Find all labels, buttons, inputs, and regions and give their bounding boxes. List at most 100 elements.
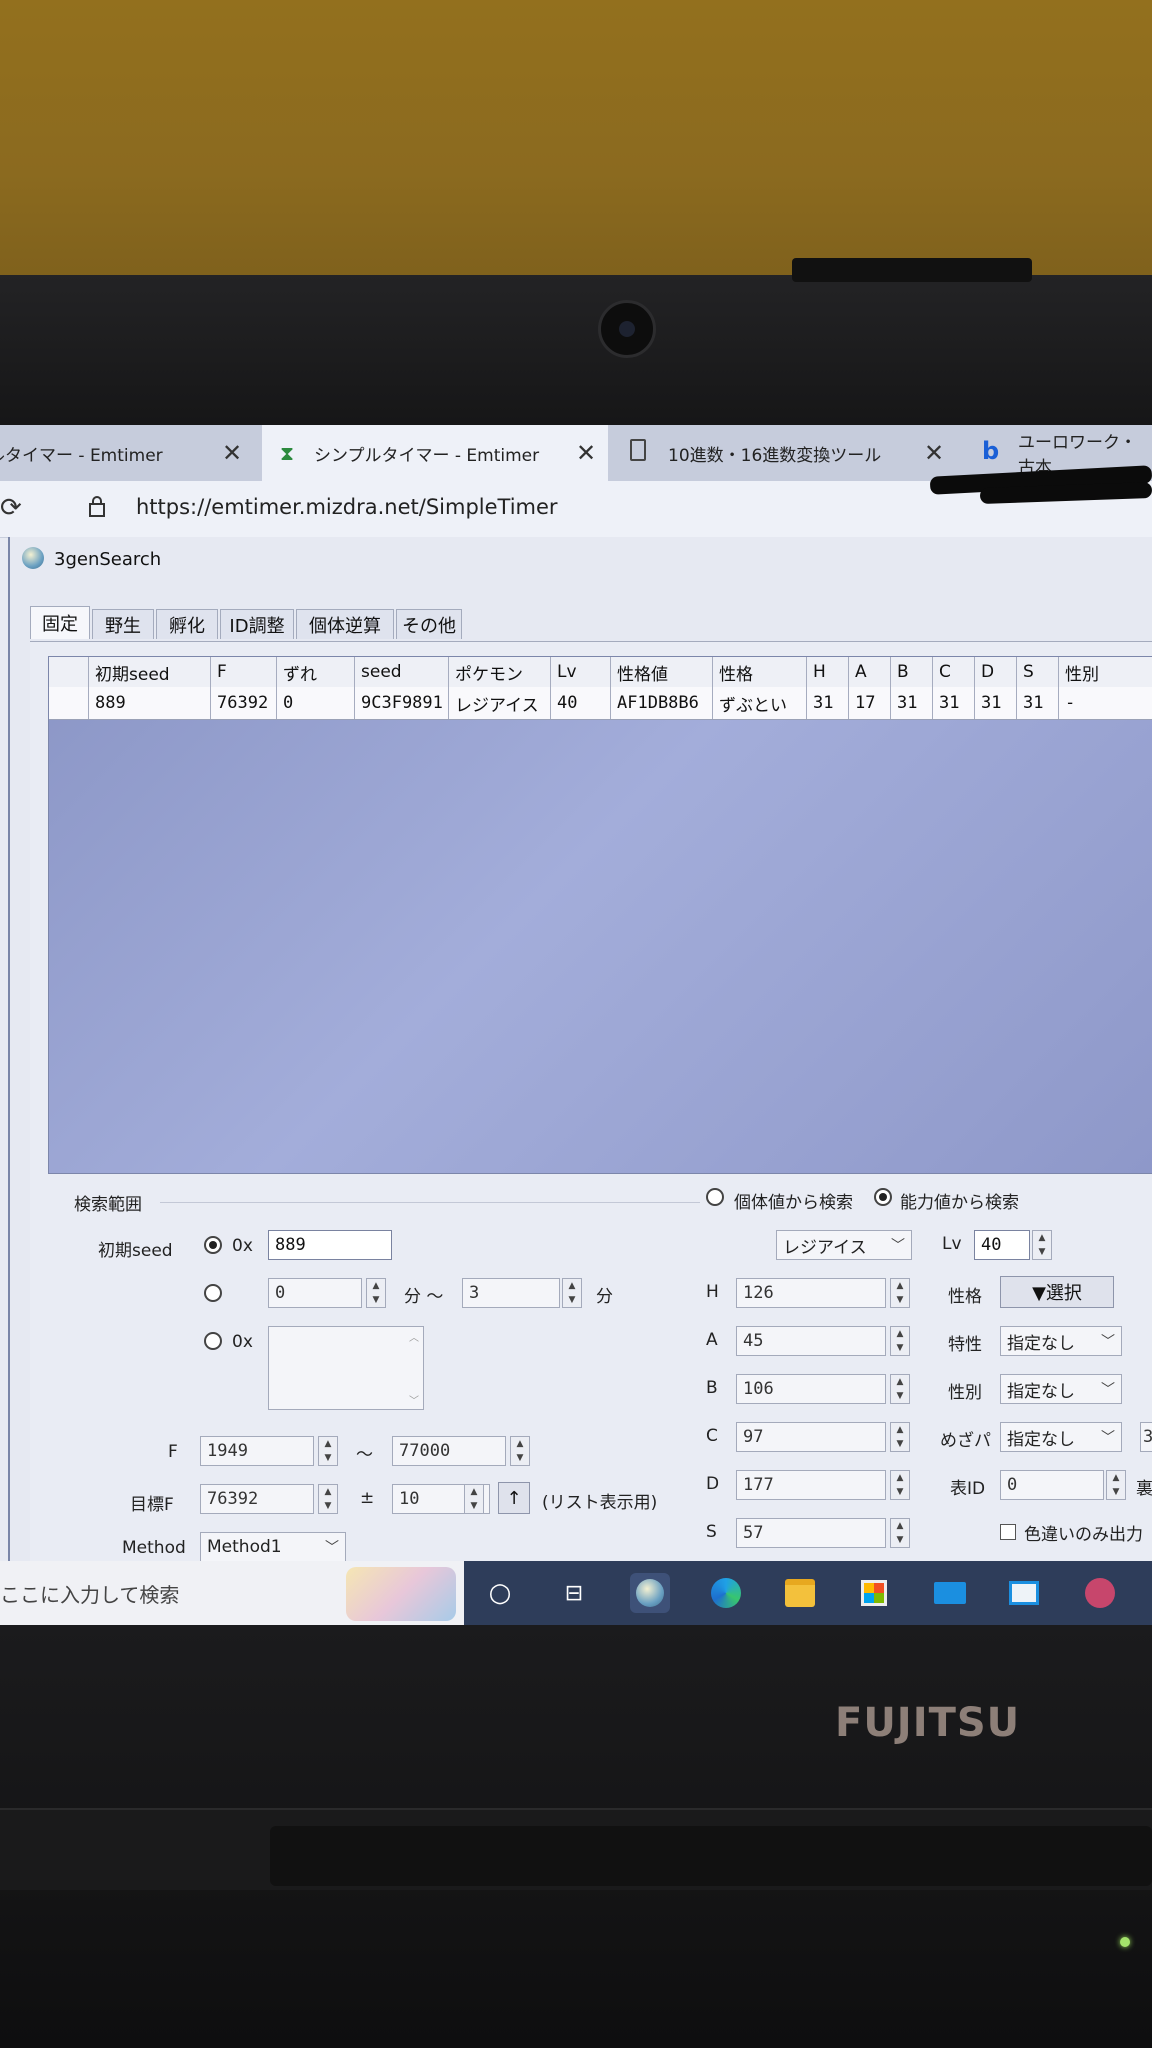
- edge-icon[interactable]: [706, 1573, 746, 1613]
- shiny-only-checkbox[interactable]: [1000, 1524, 1016, 1540]
- iv-search-radio[interactable]: [706, 1188, 724, 1206]
- stat-h-input[interactable]: 126: [736, 1278, 886, 1308]
- method-select[interactable]: Method1 ﹀: [200, 1532, 346, 1562]
- table-cell: -: [1059, 687, 1152, 719]
- store-icon[interactable]: [854, 1573, 894, 1613]
- hidden-power-select[interactable]: 指定なし ﹀: [1000, 1422, 1122, 1452]
- column-header[interactable]: ポケモン: [449, 657, 551, 687]
- tab-fixed[interactable]: 固定: [30, 606, 90, 639]
- seed-list-textarea[interactable]: ︿ ﹀: [268, 1326, 424, 1410]
- 3gensearch-app-icon[interactable]: [630, 1573, 670, 1613]
- hidden-power-label: めざパ: [940, 1431, 991, 1451]
- method-label: Method: [122, 1538, 186, 1558]
- f-to-input[interactable]: 77000: [392, 1436, 506, 1466]
- stat-s-input[interactable]: 57: [736, 1518, 886, 1548]
- stat-a-input[interactable]: 45: [736, 1326, 886, 1356]
- column-header[interactable]: seed: [355, 657, 449, 687]
- seed-list-radio[interactable]: [204, 1332, 222, 1350]
- minute-from-input[interactable]: 0: [268, 1278, 362, 1308]
- column-header[interactable]: H: [807, 657, 849, 687]
- browser-tab-3[interactable]: 10進数・16進数変換ツール ✕: [616, 425, 956, 481]
- column-header[interactable]: 性格値: [611, 657, 713, 687]
- stat-d-input[interactable]: 177: [736, 1470, 886, 1500]
- stat-search-radio[interactable]: [874, 1188, 892, 1206]
- minute-range-radio[interactable]: [204, 1284, 222, 1302]
- trainer-id-input[interactable]: 0: [1000, 1470, 1104, 1500]
- minute-to-input[interactable]: 3: [462, 1278, 560, 1308]
- notification-badge-icon[interactable]: [1080, 1573, 1120, 1613]
- minute-unit-label: 分: [596, 1287, 613, 1307]
- column-header[interactable]: S: [1017, 657, 1059, 687]
- stat-c-input[interactable]: 97: [736, 1422, 886, 1452]
- app-window-icon[interactable]: [1004, 1573, 1044, 1613]
- tab-id-adjust[interactable]: ID調整: [220, 609, 294, 639]
- stat-h-stepper[interactable]: ▲ ▼: [890, 1278, 910, 1308]
- minute-to-stepper[interactable]: ▲ ▼: [562, 1278, 582, 1308]
- lv-input[interactable]: 40: [974, 1230, 1030, 1260]
- table-cell: 31: [807, 687, 849, 719]
- column-header[interactable]: 性別: [1059, 657, 1152, 687]
- column-header[interactable]: 初期seed: [89, 657, 211, 687]
- scroll-up-icon[interactable]: ︿: [409, 1329, 419, 1344]
- stat-b-stepper[interactable]: ▲ ▼: [890, 1374, 910, 1404]
- seed-hex-radio[interactable]: [204, 1236, 222, 1254]
- mail-icon[interactable]: [930, 1573, 970, 1613]
- seed-input[interactable]: 889: [268, 1230, 392, 1260]
- column-header[interactable]: ずれ: [277, 657, 355, 687]
- task-view-icon[interactable]: ⊟: [554, 1573, 594, 1613]
- initial-seed-label: 初期seed: [98, 1241, 173, 1261]
- taskbar-search-box[interactable]: ここに入力して検索: [0, 1561, 464, 1625]
- apply-target-button[interactable]: ↑: [498, 1482, 530, 1514]
- ability-select[interactable]: 指定なし ﹀: [1000, 1326, 1122, 1356]
- close-icon[interactable]: ✕: [924, 439, 944, 467]
- method-value: Method1: [207, 1537, 282, 1557]
- app-logo-icon: [22, 547, 44, 569]
- minute-from-stepper[interactable]: ▲ ▼: [366, 1278, 386, 1308]
- column-header[interactable]: Lv: [551, 657, 611, 687]
- laptop-screen: ルタイマー - Emtimer ✕ ⧗ シンプルタイマー - Emtimer ✕…: [0, 425, 1152, 1625]
- stat-c-stepper[interactable]: ▲ ▼: [890, 1422, 910, 1452]
- pokemon-select[interactable]: レジアイス ﹀: [776, 1230, 912, 1260]
- browser-tab-1[interactable]: ルタイマー - Emtimer ✕: [0, 425, 262, 481]
- column-header[interactable]: D: [975, 657, 1017, 687]
- close-icon[interactable]: ✕: [576, 439, 596, 467]
- target-f-stepper[interactable]: ▲ ▼: [318, 1484, 338, 1514]
- pokemon-value: レジアイス: [783, 1237, 867, 1258]
- trainer-id-stepper[interactable]: ▲ ▼: [1106, 1470, 1126, 1500]
- column-header[interactable]: B: [891, 657, 933, 687]
- f-from-stepper[interactable]: ▲ ▼: [318, 1436, 338, 1466]
- target-range-stepper[interactable]: ▲ ▼: [464, 1484, 484, 1514]
- tab-label: シンプルタイマー - Emtimer: [314, 445, 540, 466]
- tab-other[interactable]: その他: [396, 609, 462, 639]
- url-text[interactable]: https://emtimer.mizdra.net/SimpleTimer: [136, 495, 558, 519]
- f-from-input[interactable]: 1949: [200, 1436, 314, 1466]
- gender-select[interactable]: 指定なし ﹀: [1000, 1374, 1122, 1404]
- column-header[interactable]: C: [933, 657, 975, 687]
- reload-icon[interactable]: ⟳: [0, 493, 22, 523]
- tab-wild[interactable]: 野生: [92, 609, 154, 639]
- column-header[interactable]: A: [849, 657, 891, 687]
- column-header[interactable]: F: [211, 657, 277, 687]
- file-explorer-icon[interactable]: [780, 1573, 820, 1613]
- f-sep-label: ～: [356, 1445, 373, 1465]
- table-row[interactable]: 889 76392 0 9C3F9891 レジアイス 40 AF1DB8B6 ず…: [49, 687, 1152, 720]
- column-header[interactable]: 性格: [713, 657, 807, 687]
- cortana-icon[interactable]: ○: [480, 1573, 520, 1613]
- lv-stepper[interactable]: ▲ ▼: [1032, 1230, 1052, 1260]
- close-icon[interactable]: ✕: [222, 439, 242, 467]
- stat-b-input[interactable]: 106: [736, 1374, 886, 1404]
- nature-select-button[interactable]: ▼選択: [1000, 1276, 1114, 1308]
- search-range-label: 検索範囲: [74, 1195, 142, 1215]
- tab-reverse-calc[interactable]: 個体逆算: [296, 609, 394, 639]
- target-f-input[interactable]: 76392: [200, 1484, 314, 1514]
- minute-sep-label: 分 ～: [404, 1287, 444, 1307]
- tab-hatch[interactable]: 孵化: [156, 609, 218, 639]
- stat-a-stepper[interactable]: ▲ ▼: [890, 1326, 910, 1356]
- stat-d-stepper[interactable]: ▲ ▼: [890, 1470, 910, 1500]
- browser-tab-2[interactable]: ⧗ シンプルタイマー - Emtimer ✕: [262, 425, 608, 481]
- hidden-power-power-input[interactable]: 3: [1140, 1422, 1152, 1452]
- f-to-stepper[interactable]: ▲ ▼: [510, 1436, 530, 1466]
- stat-s-stepper[interactable]: ▲ ▼: [890, 1518, 910, 1548]
- brand-logo: FUJITSU: [835, 1700, 1021, 1746]
- scroll-down-icon[interactable]: ﹀: [409, 1392, 419, 1407]
